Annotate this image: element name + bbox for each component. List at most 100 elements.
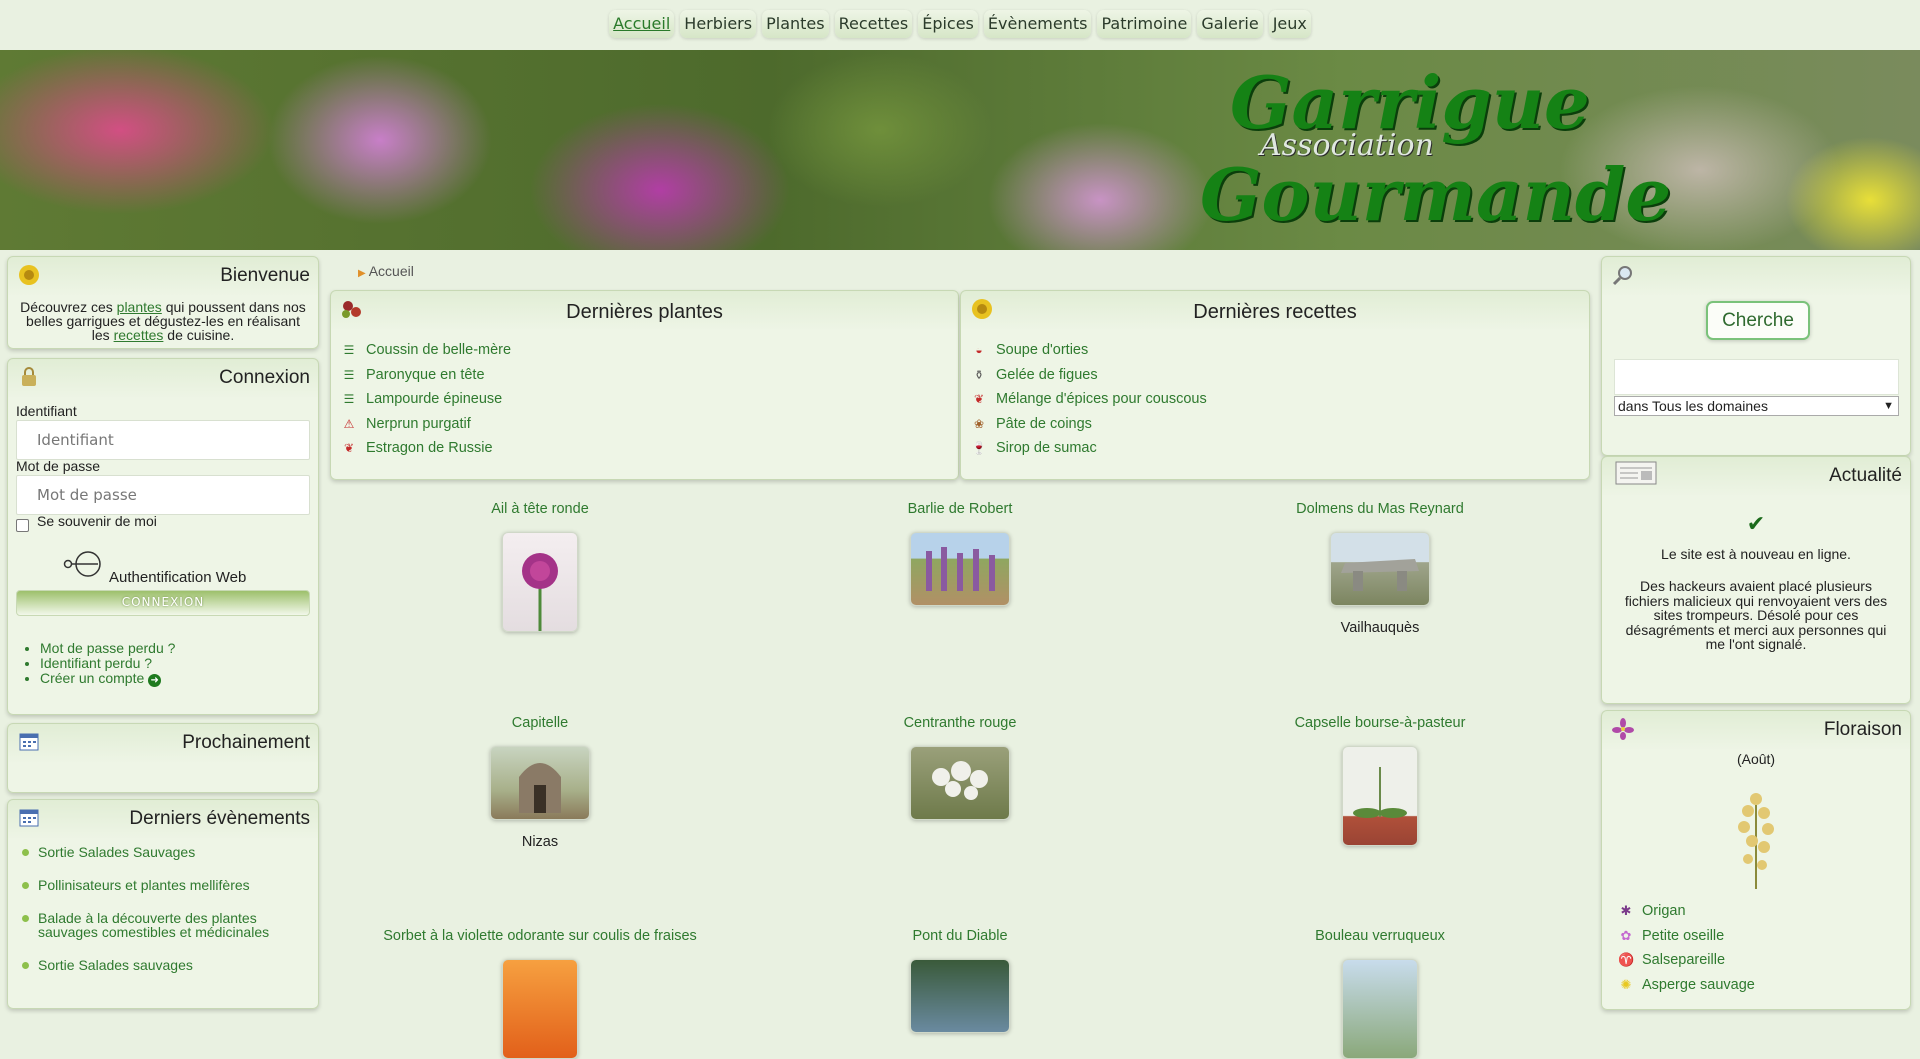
- events-title: Derniers évènements: [129, 808, 310, 829]
- recipe-item[interactable]: ⚱ Gelée de figues: [971, 363, 1207, 388]
- flowering-item[interactable]: ✺ Asperge sauvage: [1618, 973, 1755, 998]
- recipe-item[interactable]: ◒ Soupe d'orties: [971, 338, 1207, 363]
- grid-item[interactable]: Capitelle Nizas: [330, 715, 750, 850]
- recipe-item[interactable]: ❀ Pâte de coings: [971, 412, 1207, 437]
- remember-label: Se souvenir de moi: [37, 513, 157, 529]
- logo-line-3: Gourmande: [1200, 152, 1672, 237]
- remember-checkbox[interactable]: [16, 519, 29, 532]
- site-logo[interactable]: Garrigue Association Gourmande: [1200, 52, 1671, 248]
- key-icon[interactable]: [62, 549, 106, 579]
- plant-item[interactable]: ☰ Paronyque en tête: [341, 363, 511, 388]
- nav-plantes[interactable]: Plantes: [762, 10, 829, 38]
- thumb-image[interactable]: [502, 532, 578, 632]
- nav-evenements[interactable]: Évènements: [983, 10, 1092, 38]
- grid-item-location: Nizas: [521, 834, 559, 850]
- grid-item-title[interactable]: Bouleau verruqueux: [1170, 928, 1590, 944]
- grid-item[interactable]: Bouleau verruqueux: [1170, 928, 1590, 1059]
- grid-item-title[interactable]: Ail à tête ronde: [330, 501, 750, 517]
- nav-jeux[interactable]: Jeux: [1268, 10, 1311, 38]
- thumb-image[interactable]: [1342, 959, 1418, 1059]
- grid-item[interactable]: Barlie de Robert: [750, 501, 1170, 606]
- recipe-item[interactable]: ❦ Mélange d'épices pour couscous: [971, 387, 1207, 412]
- flower-icon: ✱: [1620, 903, 1632, 919]
- recipe-item[interactable]: 🍷 Sirop de sumac: [971, 436, 1207, 461]
- grid-item-title[interactable]: Capselle bourse-à-pasteur: [1170, 715, 1590, 731]
- flower-icon: ♈: [1618, 952, 1635, 968]
- newspaper-icon: [1615, 461, 1657, 485]
- nav-epices[interactable]: Épices: [918, 10, 978, 38]
- thumb-image[interactable]: [910, 959, 1010, 1033]
- plant-item[interactable]: ☰ Coussin de belle-mère: [341, 338, 511, 363]
- lost-password-link[interactable]: Mot de passe perdu ?: [40, 641, 175, 656]
- latest-plants-list: ☰ Coussin de belle-mère ☰ Paronyque en têt…: [341, 338, 511, 461]
- grid-item-title[interactable]: Barlie de Robert: [750, 501, 1170, 517]
- thumb-image[interactable]: [502, 959, 578, 1059]
- event-item[interactable]: Balade à la découverte des plantes sauva…: [18, 911, 308, 939]
- dessert-icon: ❀: [973, 416, 985, 431]
- recipes-link[interactable]: recettes: [114, 327, 164, 343]
- plant-item[interactable]: ⚠ Nerprun purgatif: [341, 412, 511, 437]
- domain-select[interactable]: dans Tous les domaines ▼: [1614, 396, 1899, 416]
- breadcrumb: ▶ Accueil: [358, 263, 414, 279]
- flowering-item[interactable]: ✿ Petite oseille: [1618, 924, 1755, 949]
- login-button[interactable]: CONNEXION: [16, 590, 310, 616]
- web-auth-label[interactable]: Authentification Web: [109, 569, 246, 586]
- thumb-image[interactable]: [1342, 746, 1418, 846]
- flowering-item[interactable]: ✱ Origan: [1618, 899, 1755, 924]
- nav-galerie[interactable]: Galerie: [1197, 10, 1263, 38]
- grid-item-title[interactable]: Pont du Diable: [750, 928, 1170, 944]
- grid-item[interactable]: Sorbet à la violette odorante sur coulis…: [330, 928, 750, 1059]
- flower-icon: [1612, 718, 1634, 740]
- grid-item-title[interactable]: Sorbet à la violette odorante sur coulis…: [330, 928, 750, 944]
- grid-item-title[interactable]: Capitelle: [330, 715, 750, 731]
- grid-item[interactable]: Pont du Diable: [750, 928, 1170, 1033]
- flowering-item[interactable]: ♈ Salsepareille: [1618, 948, 1755, 973]
- password-label: Mot de passe: [16, 458, 101, 474]
- warning-icon: ⚠: [343, 416, 355, 431]
- event-item[interactable]: Sortie Salades sauvages: [18, 958, 308, 972]
- list-icon: ☰: [343, 367, 355, 382]
- flowering-month: (Août): [1736, 751, 1776, 767]
- event-item[interactable]: Pollinisateurs et plantes mellifères: [18, 878, 308, 892]
- nav-patrimoine[interactable]: Patrimoine: [1097, 10, 1192, 38]
- flowering-image[interactable]: [1726, 785, 1786, 889]
- list-icon: ☰: [343, 392, 355, 407]
- soup-icon: ◒: [975, 343, 983, 358]
- thumb-image[interactable]: [490, 746, 590, 820]
- search-button[interactable]: Cherche: [1706, 301, 1810, 340]
- magnifier-icon: [1612, 266, 1632, 286]
- thumb-image[interactable]: [910, 532, 1010, 606]
- upcoming-title: Prochainement: [182, 732, 310, 753]
- nav-accueil[interactable]: Accueil: [609, 10, 675, 38]
- thumb-image[interactable]: [1330, 532, 1430, 606]
- grid-item-title[interactable]: Centranthe rouge: [750, 715, 1170, 731]
- search-input[interactable]: [1614, 359, 1899, 395]
- latest-plants-box: Dernières plantes ☰ Coussin de belle-mère…: [330, 290, 959, 480]
- grid-item[interactable]: Ail à tête ronde: [330, 501, 750, 632]
- breadcrumb-home[interactable]: Accueil: [369, 263, 414, 279]
- nav-herbiers[interactable]: Herbiers: [680, 10, 757, 38]
- event-item[interactable]: Sortie Salades Sauvages: [18, 845, 308, 859]
- password-input[interactable]: Mot de passe: [16, 475, 310, 515]
- sun-icon: [19, 265, 39, 285]
- arrow-right-icon: ➜: [148, 674, 162, 687]
- lost-username-link[interactable]: Identifiant perdu ?: [40, 656, 175, 671]
- plant-item[interactable]: ❦ Estragon de Russie: [341, 436, 511, 461]
- grid-item[interactable]: Centranthe rouge: [750, 715, 1170, 820]
- create-account-link[interactable]: Créer un compte ➜: [40, 671, 175, 687]
- calendar-icon: [19, 733, 39, 751]
- grid-item-title[interactable]: Dolmens du Mas Reynard: [1170, 501, 1590, 517]
- grid-item[interactable]: Dolmens du Mas Reynard Vailhauquès: [1170, 501, 1590, 636]
- glass-icon: 🍷: [971, 441, 987, 456]
- thumb-image[interactable]: [910, 746, 1010, 820]
- username-input[interactable]: Identifiant: [16, 420, 310, 460]
- check-icon: ✔: [1746, 512, 1766, 537]
- upcoming-box: Prochainement: [7, 723, 319, 793]
- plant-item[interactable]: ☰ Lampourde épineuse: [341, 387, 511, 412]
- grid-item[interactable]: Capselle bourse-à-pasteur: [1170, 715, 1590, 846]
- username-label: Identifiant: [16, 403, 77, 419]
- events-box: Derniers évènements Sortie Salades Sauva…: [7, 799, 319, 1009]
- grid-item-location: Vailhauquès: [1340, 620, 1420, 636]
- nav-recettes[interactable]: Recettes: [834, 10, 913, 38]
- flowering-list: ✱ Origan ✿ Petite oseille ♈ Salsepareille ✺…: [1618, 899, 1755, 997]
